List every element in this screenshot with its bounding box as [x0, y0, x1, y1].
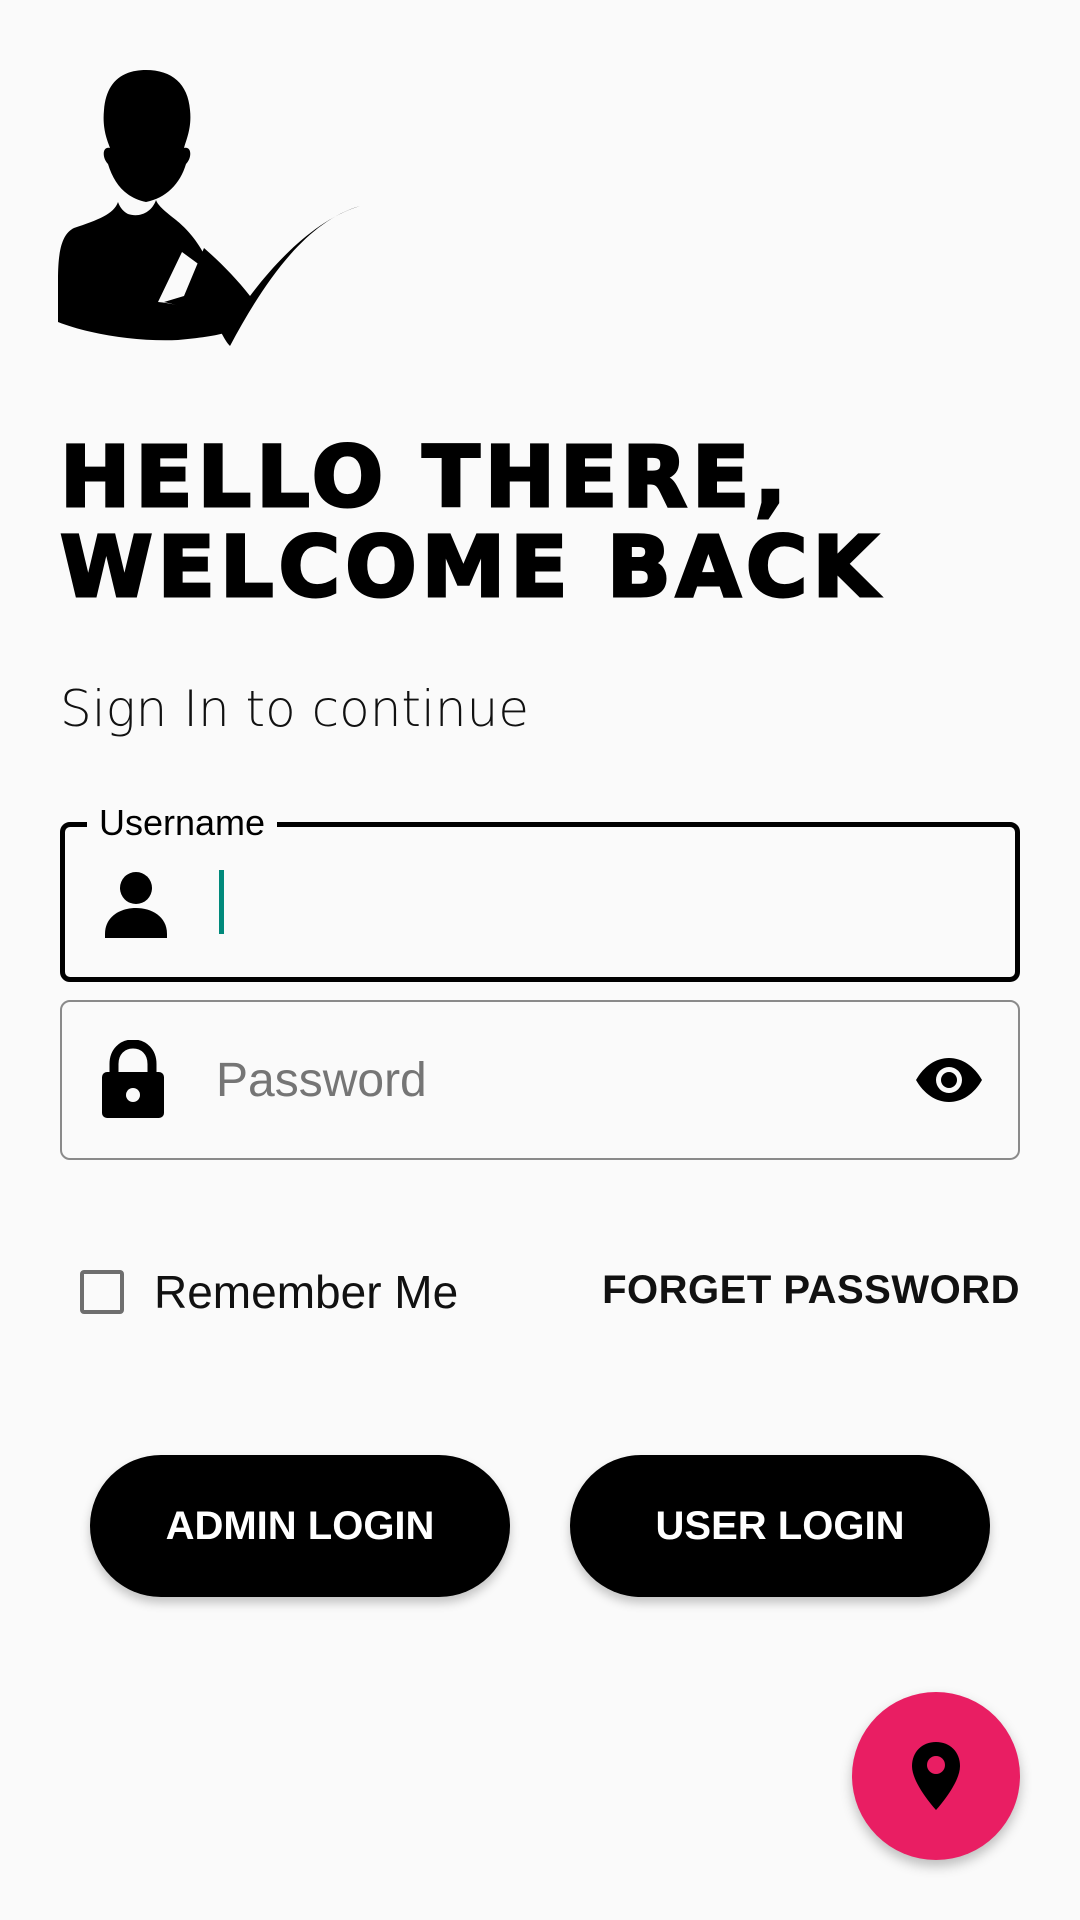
- user-check-icon: [58, 70, 360, 346]
- password-input[interactable]: [216, 1002, 898, 1158]
- headline-line-1: HELLO THERE,: [58, 428, 792, 526]
- username-field[interactable]: Username: [60, 799, 1020, 982]
- admin-login-button[interactable]: ADMIN LOGIN: [90, 1455, 510, 1597]
- remember-me-label: Remember Me: [154, 1266, 459, 1318]
- subtitle: Sign In to continue: [60, 680, 530, 738]
- location-pin-icon: [912, 1742, 960, 1810]
- login-screen: HELLO THERE, WELCOME BACK Sign In to con…: [0, 0, 1080, 1920]
- person-icon: [105, 872, 167, 938]
- eye-icon[interactable]: [914, 1056, 984, 1104]
- remember-me[interactable]: Remember Me: [80, 1265, 458, 1319]
- username-input[interactable]: [219, 827, 895, 977]
- forget-password-link[interactable]: FORGET PASSWORD: [602, 1268, 1020, 1313]
- remember-me-checkbox[interactable]: [80, 1270, 124, 1314]
- location-fab[interactable]: [852, 1692, 1020, 1860]
- user-login-button[interactable]: USER LOGIN: [570, 1455, 990, 1597]
- headline-line-2: WELCOME BACK: [59, 518, 883, 616]
- lock-icon: [102, 1040, 164, 1118]
- headline: HELLO THERE, WELCOME BACK: [58, 431, 883, 614]
- password-field[interactable]: [60, 1000, 1020, 1160]
